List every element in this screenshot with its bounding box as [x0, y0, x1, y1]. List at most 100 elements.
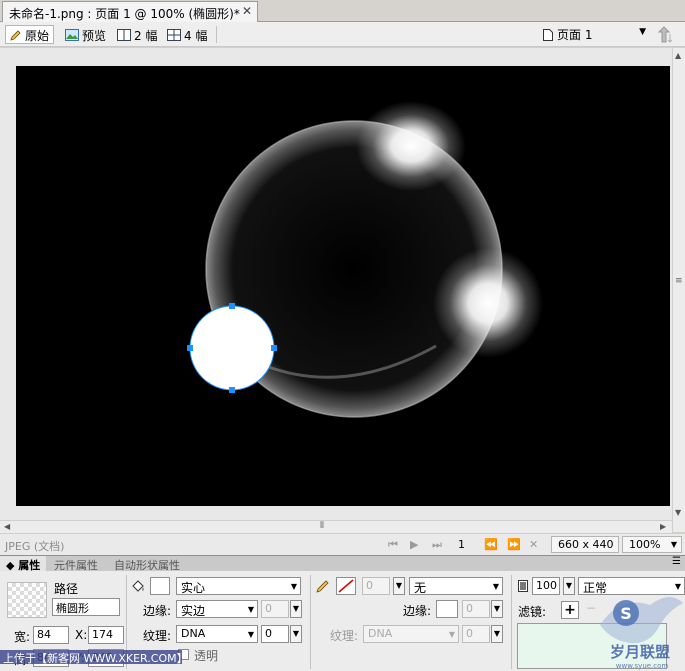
- logo-text: 岁月联盟: [610, 643, 670, 661]
- object-thumbnail: [7, 582, 47, 618]
- filters-label: 滤镜:: [518, 605, 547, 619]
- chevron-down-icon[interactable]: ▼: [290, 600, 302, 618]
- chevron-down-icon[interactable]: ▼: [290, 625, 302, 643]
- highlight-glow-right: [433, 248, 543, 358]
- selection-handle: [229, 303, 235, 309]
- document-tab-title: 未命名-1.png : 页面 1 @ 100% (椭圆形)*: [9, 7, 240, 21]
- chevron-down-icon[interactable]: ▼: [393, 577, 405, 595]
- x-label: X:: [75, 628, 88, 642]
- page-select[interactable]: 页面 1 ▼: [537, 25, 650, 44]
- chevron-down-icon: ▼: [448, 630, 455, 639]
- horizontal-scrollbar[interactable]: ◀ ⦀ ▶: [0, 520, 672, 533]
- tab-properties[interactable]: ◆ 属性: [0, 556, 47, 572]
- zoom-select[interactable]: 100% ▼: [622, 536, 682, 553]
- fill-texture-value: DNA: [181, 627, 206, 640]
- object-type-label: 路径: [54, 582, 79, 596]
- close-icon[interactable]: ✕: [242, 4, 252, 18]
- stroke-texture-value: DNA: [368, 627, 393, 640]
- file-format-label: JPEG (文档): [5, 540, 65, 553]
- pencil-icon: [316, 580, 329, 593]
- chevron-down-icon: ▼: [247, 630, 254, 639]
- view-4up-label: 4 幅: [184, 28, 208, 43]
- chevron-down-icon: ▼: [639, 27, 646, 37]
- vertical-scrollbar[interactable]: ▲ ≡ ▼: [672, 48, 685, 532]
- stroke-edge-amount[interactable]: 0: [462, 600, 490, 618]
- chevron-down-icon: ▼: [492, 582, 499, 591]
- tab-symbol-properties[interactable]: 元件属性: [48, 556, 104, 572]
- fill-texture-select[interactable]: DNA ▼: [176, 625, 258, 643]
- tab-autoshape-properties[interactable]: 自动形状属性: [108, 556, 186, 572]
- chevron-down-icon[interactable]: ▼: [563, 577, 575, 595]
- fill-edge-select[interactable]: 实边 ▼: [176, 600, 258, 618]
- transparent-label: 透明: [194, 649, 219, 663]
- view-toolbar: 原始 预览 2 幅 4 幅 页面 1 ▼: [0, 22, 685, 47]
- page-select-value: 页面 1: [557, 28, 593, 42]
- upload-icon[interactable]: [656, 26, 676, 44]
- fill-edge-label: 边缘:: [143, 604, 172, 618]
- last-frame-icon[interactable]: ⏭: [432, 538, 442, 552]
- pencil-icon: [10, 30, 21, 41]
- view-original-label: 原始: [25, 28, 50, 43]
- svg-text:S: S: [620, 604, 632, 623]
- no-color-icon: [338, 579, 354, 593]
- frame-number: 1: [458, 538, 465, 551]
- fill-edge-value: 实边: [181, 604, 206, 618]
- selection-handle: [229, 387, 235, 393]
- view-preview-label: 预览: [82, 28, 107, 43]
- scroll-left-icon[interactable]: ◀: [4, 522, 10, 531]
- opacity-field[interactable]: 100: [532, 577, 560, 595]
- view-2up-button[interactable]: 2 幅: [113, 25, 161, 44]
- view-4up-button[interactable]: 4 幅: [163, 25, 211, 44]
- stroke-texture-amount[interactable]: 0: [462, 625, 490, 643]
- document-canvas[interactable]: [16, 66, 670, 506]
- document-tab[interactable]: 未命名-1.png : 页面 1 @ 100% (椭圆形)* ✕: [2, 1, 258, 22]
- scroll-up-icon[interactable]: ▲: [675, 51, 681, 60]
- stroke-edge-label: 边缘:: [403, 604, 432, 618]
- width-field[interactable]: 84: [33, 626, 69, 644]
- stroke-size-field[interactable]: 0: [362, 577, 390, 595]
- stroke-texture-select[interactable]: DNA ▼: [363, 625, 459, 643]
- object-name-field[interactable]: 椭圆形: [52, 598, 120, 616]
- width-label: 宽:: [14, 630, 31, 644]
- view-preview-button[interactable]: 预览: [61, 25, 110, 44]
- fill-type-value: 实心: [181, 581, 206, 595]
- scroll-down-icon[interactable]: ▼: [675, 508, 681, 517]
- stroke-type-select[interactable]: 无 ▼: [409, 577, 503, 595]
- upload-watermark: 上传于【新客网 WWW.XKER.COM】: [0, 650, 188, 665]
- x-field[interactable]: 174: [88, 626, 124, 644]
- view-2up-label: 2 幅: [134, 28, 158, 43]
- view-original-button[interactable]: 原始: [5, 25, 55, 44]
- next-frame-icon[interactable]: ⏩: [507, 538, 521, 551]
- scroll-right-icon[interactable]: ▶: [660, 522, 666, 531]
- properties-panel-header: ◆ 属性 元件属性 自动形状属性 ☰: [0, 555, 685, 572]
- logo-sub-text: www.syue.com: [616, 662, 669, 670]
- fill-color-swatch[interactable]: [150, 577, 170, 595]
- fill-texture-amount[interactable]: 0: [261, 625, 289, 643]
- prev-frame-icon[interactable]: ⏪: [484, 538, 498, 551]
- stroke-color-swatch[interactable]: [336, 577, 356, 595]
- scroll-grip-icon[interactable]: ⦀: [320, 521, 324, 531]
- canvas-size-display: 660 x 440: [551, 536, 619, 553]
- play-icon[interactable]: ▶: [410, 538, 418, 551]
- page-icon: [543, 28, 553, 41]
- stop-icon[interactable]: ✕: [529, 538, 538, 551]
- paint-bucket-icon: [132, 580, 144, 592]
- split-4-icon: [167, 29, 181, 41]
- chevron-down-icon: ▼: [247, 605, 254, 614]
- fill-edge-amount[interactable]: 0: [261, 600, 289, 618]
- selection-handle: [271, 345, 277, 351]
- image-icon: [65, 29, 79, 41]
- chevron-down-icon[interactable]: ▼: [491, 625, 503, 643]
- chevron-down-icon[interactable]: ▼: [491, 600, 503, 618]
- document-tabbar: 未命名-1.png : 页面 1 @ 100% (椭圆形)* ✕: [0, 0, 685, 22]
- scroll-grip-icon[interactable]: ≡: [675, 276, 683, 286]
- fill-type-select[interactable]: 实心 ▼: [176, 577, 301, 595]
- site-logo-watermark: S 岁月联盟 www.syue.com: [600, 596, 683, 670]
- panel-menu-icon[interactable]: ☰: [672, 556, 681, 567]
- first-frame-icon[interactable]: ⏮: [388, 538, 398, 552]
- stage-area: [0, 48, 672, 520]
- stroke-edge-swatch[interactable]: [436, 600, 458, 618]
- selection-handle: [187, 345, 193, 351]
- add-filter-icon[interactable]: +: [561, 601, 579, 619]
- highlight-glow-top: [356, 101, 466, 191]
